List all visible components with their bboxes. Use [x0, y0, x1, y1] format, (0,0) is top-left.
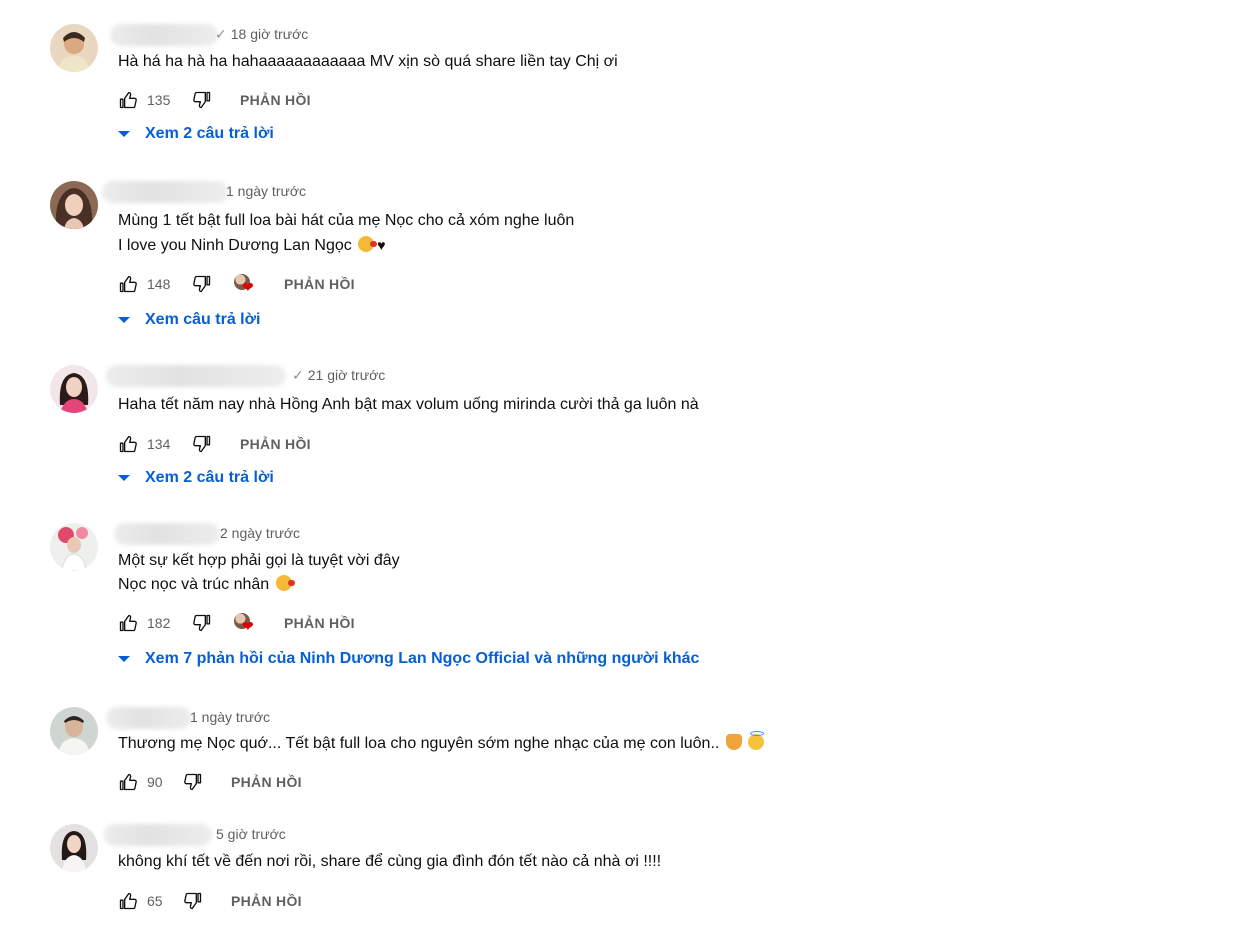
reply-button[interactable]: PHẢN HỒI [231, 770, 302, 794]
comment-timestamp[interactable]: 2 ngày trước [220, 523, 300, 543]
reply-button[interactable]: PHẢN HỒI [231, 889, 302, 913]
black-heart-icon: ♥ [377, 237, 386, 253]
author-name[interactable] [106, 707, 192, 729]
reply-button[interactable]: PHẢN HỒI [240, 432, 311, 456]
reply-button[interactable]: PHẢN HỒI [284, 611, 355, 635]
comment-text: không khí tết về đến nơi rồi, share để c… [118, 853, 662, 870]
thumbs-down-icon[interactable] [192, 434, 212, 454]
comment-actions: 182 ❤ PHẢN HỒI [118, 611, 1200, 635]
comment-header: ✓ 21 giờ trước [106, 365, 1200, 387]
comment-header: ✓ 18 giờ trước [110, 24, 1200, 46]
author-name[interactable] [114, 523, 220, 545]
thumbs-down-icon[interactable] [192, 274, 212, 294]
caret-down-icon [118, 656, 130, 662]
creator-heart-icon: ❤ [234, 272, 260, 294]
like-count: 182 [147, 615, 171, 631]
reply-button[interactable]: PHẢN HỒI [284, 272, 355, 296]
thumbs-down-icon[interactable] [192, 613, 212, 633]
comment-actions: 90 PHẢN HỒI [118, 770, 1200, 794]
thumbs-up-icon[interactable] [118, 274, 138, 294]
comment-timestamp[interactable]: 1 ngày trước [226, 181, 306, 201]
thumbs-up-icon[interactable] [118, 434, 138, 454]
view-replies-link[interactable]: Xem 7 phản hồi của Ninh Dương Lan Ngọc O… [118, 647, 1200, 671]
comment-header: 1 ngày trước [102, 181, 1200, 203]
comment-actions: 65 PHẢN HỒI [118, 889, 1200, 913]
comment-header: 2 ngày trước [114, 523, 1200, 545]
view-replies-link[interactable]: Xem câu trả lời [118, 308, 1200, 332]
comment-timestamp[interactable]: ✓ 18 giờ trước [215, 24, 308, 44]
author-name[interactable] [110, 24, 218, 46]
like-count: 65 [147, 893, 163, 909]
comment-text: Hà há ha hà ha hahaaaaaaaaaaaa MV xịn sò… [118, 53, 618, 70]
kiss-emoji-icon [358, 236, 378, 252]
heart-icon: ❤ [242, 618, 254, 634]
like-count: 135 [147, 92, 171, 108]
comment-timestamp[interactable]: 5 giờ trước [216, 824, 286, 844]
avatar[interactable] [50, 24, 98, 72]
comment-text-line: I love you Ninh Dương Lan Ngọc ♥ [118, 236, 386, 254]
comment-timestamp[interactable]: 1 ngày trước [190, 707, 270, 727]
thumbs-up-icon[interactable] [118, 613, 138, 633]
comments-section: ✓ 18 giờ trước Hà há ha hà ha hahaaaaaaaa… [0, 0, 1242, 926]
thumbs-up-icon[interactable] [118, 772, 138, 792]
avatar[interactable] [50, 707, 98, 755]
view-replies-label: Xem 7 phản hồi của Ninh Dương Lan Ngọc O… [145, 650, 700, 667]
view-replies-label: Xem 2 câu trả lời [145, 469, 274, 486]
author-name[interactable] [104, 824, 212, 846]
like-count: 90 [147, 774, 163, 790]
author-name[interactable] [106, 365, 286, 387]
caret-down-icon [118, 317, 130, 323]
caret-down-icon [118, 475, 130, 481]
check-icon: ✓ [292, 367, 304, 383]
like-count: 134 [147, 436, 171, 452]
caret-down-icon [118, 131, 130, 137]
comment-text: Mùng 1 tết bật full loa bài hát của mẹ N… [118, 209, 1200, 258]
view-replies-link[interactable]: Xem 2 câu trả lời [118, 122, 1200, 146]
check-icon: ✓ [215, 26, 227, 42]
creator-heart-icon: ❤ [234, 611, 260, 633]
comment-text: Thương mẹ Nọc quớ... Tết bật full loa ch… [118, 731, 1200, 756]
comment-actions: 135 PHẢN HỒI [118, 88, 1200, 112]
avatar[interactable] [50, 365, 98, 413]
thumbs-down-icon[interactable] [192, 90, 212, 110]
kiss-emoji-icon [275, 575, 295, 591]
cat-emoji-icon [725, 734, 742, 750]
avatar[interactable] [50, 824, 98, 872]
comment-text-line: Nọc nọc và trúc nhân [118, 573, 1200, 597]
avatar[interactable] [50, 523, 98, 571]
comment-text: Một sự kết hợp phải gọi là tuyệt vời đây… [118, 549, 1200, 597]
comment-actions: 134 PHẢN HỒI [118, 432, 1200, 456]
thumbs-down-icon[interactable] [183, 891, 203, 911]
comment-header: 1 ngày trước [106, 707, 1200, 729]
thumbs-down-icon[interactable] [183, 772, 203, 792]
comment-timestamp[interactable]: ✓ 21 giờ trước [292, 365, 385, 385]
thumbs-up-icon[interactable] [118, 891, 138, 911]
reply-button[interactable]: PHẢN HỒI [240, 88, 311, 112]
heart-icon: ❤ [242, 279, 254, 295]
like-count: 148 [147, 276, 171, 292]
comment-text-line: Mùng 1 tết bật full loa bài hát của mẹ N… [118, 212, 575, 229]
avatar[interactable] [50, 181, 98, 229]
halo-emoji-icon [748, 731, 765, 750]
view-replies-link[interactable]: Xem 2 câu trả lời [118, 466, 1200, 490]
comment-text: Haha tết năm nay nhà Hồng Anh bật max vo… [118, 396, 699, 413]
thumbs-up-icon[interactable] [118, 90, 138, 110]
comment-header: 5 giờ trước [104, 824, 1200, 846]
author-name[interactable] [102, 181, 228, 203]
view-replies-label: Xem câu trả lời [145, 311, 261, 328]
view-replies-label: Xem 2 câu trả lời [145, 125, 274, 142]
comment-text-line: Một sự kết hợp phải gọi là tuyệt vời đây [118, 552, 400, 569]
comment-actions: 148 ❤ PHẢN HỒI [118, 272, 1200, 296]
